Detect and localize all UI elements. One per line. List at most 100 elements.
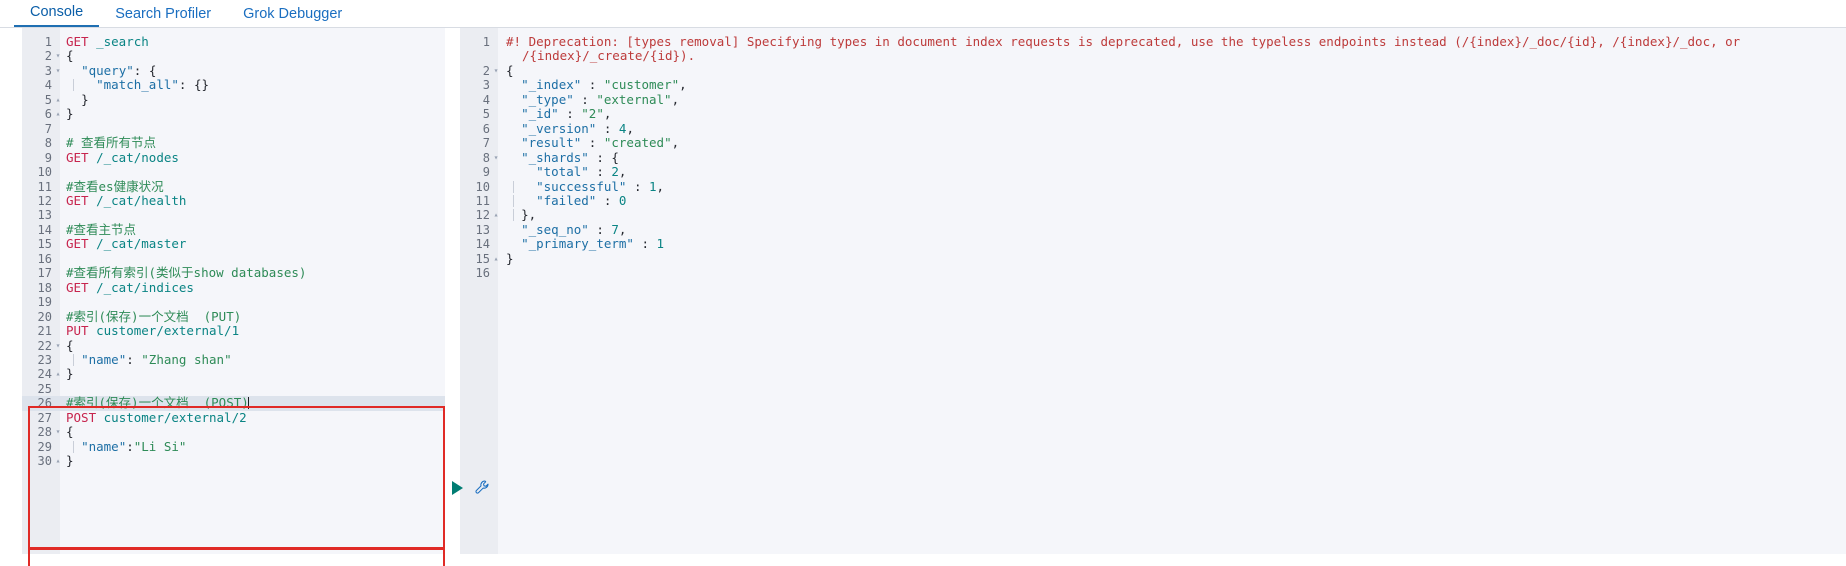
code-line: 7 "result" : "created", [460,135,1846,150]
tab-grok-debugger[interactable]: Grok Debugger [227,1,358,27]
fold-toggle-icon[interactable]: ▴ [54,107,62,121]
code-line[interactable]: 11 #查看es健康状况 [22,179,445,194]
fold-toggle-icon[interactable]: ▴ [54,93,62,107]
code-line: 3 "_index" : "customer", [460,78,1846,93]
line-number: 16 [37,251,52,266]
line-text: } [66,366,74,382]
line-number: 18 [37,280,52,295]
fold-toggle-icon[interactable]: ▾ [492,151,500,165]
code-line[interactable]: 15 GET /_cat/master [22,236,445,252]
code-line[interactable]: 28 ▾ { [22,424,445,440]
line-number: 14 [475,237,490,252]
tab-search-profiler-label: Search Profiler [115,6,212,22]
line-text: #索引(保存)一个文档 (PUT) [66,308,242,324]
line-number: 16 [475,266,490,281]
line-text: } [66,106,74,122]
line-number: 2 [482,63,490,78]
code-line[interactable]: 1 GET _search [22,34,445,49]
fold-toggle-icon[interactable]: ▾ [54,49,62,63]
line-number: 30 [37,454,52,469]
code-line[interactable]: 8 # 查看所有节点 [22,135,445,151]
line-number: 15 [475,251,490,266]
line-text: GET /_cat/master [66,236,187,252]
code-line[interactable]: 12 GET /_cat/health [22,193,445,208]
code-line: 6 "_version" : 4, [460,120,1846,136]
line-number: 4 [44,78,52,93]
code-line: 5 "_id" : "2", [460,107,1846,122]
line-text: { [66,424,74,440]
line-number: 3 [482,78,490,93]
code-line[interactable]: 4 "match_all": {} [22,78,445,93]
line-text: "_type" : "external", [521,91,680,107]
code-line[interactable]: 14 #查看主节点 [22,222,445,237]
line-text: /{index}/_create/{id}). [522,48,696,64]
wrench-icon[interactable] [475,480,490,495]
tab-console[interactable]: Console [14,0,100,27]
code-line[interactable]: 17 #查看所有索引(类似于show databases) [22,266,445,281]
line-text: { [506,62,514,78]
code-line[interactable]: 25 [22,382,445,396]
code-line[interactable]: 5 ▴ } [22,92,445,107]
fold-toggle-icon[interactable]: ▴ [492,208,500,222]
code-line: 8 ▾ "_shards" : { [460,149,1846,165]
line-text: } [66,453,74,469]
line-number: 24 [37,367,52,382]
line-number: 12 [37,193,52,208]
fold-toggle-icon[interactable]: ▴ [492,252,500,266]
code-line[interactable]: 24 ▴} [22,366,445,382]
code-line: 16 [460,266,1846,280]
code-line[interactable]: 23 "name": "Zhang shan" [22,352,445,367]
code-line[interactable]: 27 POST customer/external/2 [22,410,445,425]
line-number: 13 [37,208,52,223]
fold-toggle-icon[interactable]: ▾ [492,64,500,78]
fold-toggle-icon[interactable]: ▴ [54,367,62,381]
code-line[interactable]: 22 ▾ { [22,338,445,353]
line-number: 8 [482,150,490,165]
code-line: 12 ▴ }, [460,208,1846,223]
line-text: "successful" : 1, [536,178,665,194]
line-number: 9 [482,165,490,180]
line-text: "_version" : 4, [521,120,634,136]
code-line[interactable]: 21 PUT customer/external/1 [22,323,445,338]
request-editor-pane[interactable]: 1 GET _search 2 ▾{3 ▾ "query": {4 "match_all… [22,28,445,554]
response-pane[interactable]: 1 #! Deprecation: [types removal] Specify… [460,28,1846,554]
code-line[interactable]: 2 ▾ { [22,49,445,64]
line-number: 29 [37,439,52,454]
line-number: 25 [37,381,52,396]
code-line[interactable]: 7 [22,122,445,136]
tab-bar: Console Search Profiler Grok Debugger [0,0,1846,28]
code-line[interactable]: 19 [22,295,445,309]
line-text: "_shards" : { [521,149,619,165]
code-line[interactable]: 13 [22,208,445,222]
line-number: 9 [44,150,52,165]
code-line[interactable]: 26 #索引(保存)一个文档 (POST) [22,396,445,411]
code-line[interactable]: 16 [22,252,445,266]
code-line[interactable]: 10 [22,165,445,179]
code-line[interactable]: 6 ▴} [22,106,445,122]
line-text: "_seq_no" : 7, [521,221,627,237]
play-icon[interactable] [452,480,463,495]
tab-console-label: Console [30,4,84,20]
request-actions [452,480,490,495]
code-line: 10 "successful" : 1, [460,178,1846,194]
line-number: 8 [44,136,52,151]
line-number: 12 [475,208,490,223]
fold-toggle-icon[interactable]: ▾ [54,64,62,78]
fold-toggle-icon[interactable]: ▾ [54,339,62,353]
fold-toggle-icon[interactable]: ▴ [54,454,62,468]
code-line[interactable]: 30 ▴} [22,453,445,469]
line-number: 5 [482,107,490,122]
line-number: 3 [44,63,52,78]
tab-search-profiler[interactable]: Search Profiler [99,1,227,27]
code-line[interactable]: 20 #索引(保存)一个文档 (PUT) [22,308,445,324]
indent-guide [73,353,74,366]
code-line[interactable]: 3 ▾ "query": { [22,63,445,78]
line-number: 2 [44,49,52,64]
code-line[interactable]: 9 GET /_cat/nodes [22,150,445,165]
code-line[interactable]: 18 GET /_cat/indices [22,280,445,295]
fold-toggle-icon[interactable]: ▾ [54,425,62,439]
request-code[interactable]: 1 GET _search 2 ▾{3 ▾ "query": {4 "match_all… [22,34,445,469]
line-number: 15 [37,237,52,252]
code-line[interactable]: 29 "name":"Li Si" [22,439,445,454]
line-number: 5 [44,92,52,107]
